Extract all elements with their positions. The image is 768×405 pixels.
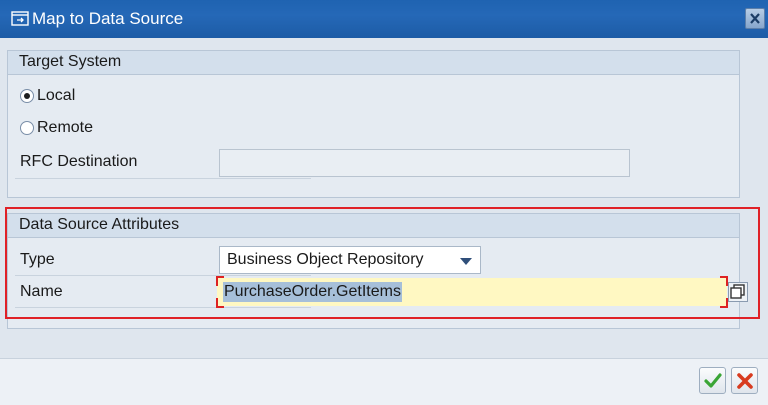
data-source-group: Data Source Attributes Type Business Obj… xyxy=(7,213,748,329)
radio-remote[interactable]: Remote xyxy=(20,119,93,137)
radio-remote-indicator[interactable] xyxy=(20,121,34,135)
type-dropdown[interactable]: Business Object Repository xyxy=(219,246,481,274)
rfc-destination-field[interactable] xyxy=(219,149,630,177)
close-icon xyxy=(750,13,760,24)
value-help-icon xyxy=(730,284,745,299)
dropdown-arrow-icon[interactable] xyxy=(460,258,472,265)
dialog-footer xyxy=(0,358,768,405)
rfc-destination-label: RFC Destination xyxy=(20,153,138,170)
required-corner-marker xyxy=(216,276,224,286)
row-divider xyxy=(15,307,311,308)
radio-local-label: Local xyxy=(37,87,76,104)
cancel-button[interactable] xyxy=(731,367,758,394)
target-system-group: Target System Local Remote RFC Destinati… xyxy=(7,50,740,198)
value-help-button[interactable] xyxy=(728,282,748,302)
radio-local[interactable]: Local xyxy=(20,87,75,105)
close-button[interactable] xyxy=(745,8,765,29)
required-corner-marker xyxy=(720,276,728,286)
target-system-header: Target System xyxy=(8,51,739,75)
type-dropdown-value: Business Object Repository xyxy=(227,251,424,268)
name-input[interactable]: PurchaseOrder.GetItems xyxy=(216,276,728,308)
row-divider xyxy=(15,178,311,179)
required-corner-marker xyxy=(720,298,728,308)
name-label: Name xyxy=(20,283,63,300)
name-input-value[interactable]: PurchaseOrder.GetItems xyxy=(223,282,402,302)
data-source-header: Data Source Attributes xyxy=(8,214,739,238)
radio-local-indicator[interactable] xyxy=(20,89,34,103)
type-label: Type xyxy=(20,251,55,268)
dialog-body: Target System Local Remote RFC Destinati… xyxy=(0,38,768,405)
title-bar: Map to Data Source xyxy=(0,0,768,38)
window-title: Map to Data Source xyxy=(32,9,184,28)
checkmark-icon xyxy=(704,373,722,388)
window-icon xyxy=(11,11,29,26)
required-corner-marker xyxy=(216,298,224,308)
ok-button[interactable] xyxy=(699,367,726,394)
row-divider xyxy=(15,275,311,276)
cancel-x-icon xyxy=(737,373,753,389)
radio-remote-label: Remote xyxy=(37,119,94,136)
